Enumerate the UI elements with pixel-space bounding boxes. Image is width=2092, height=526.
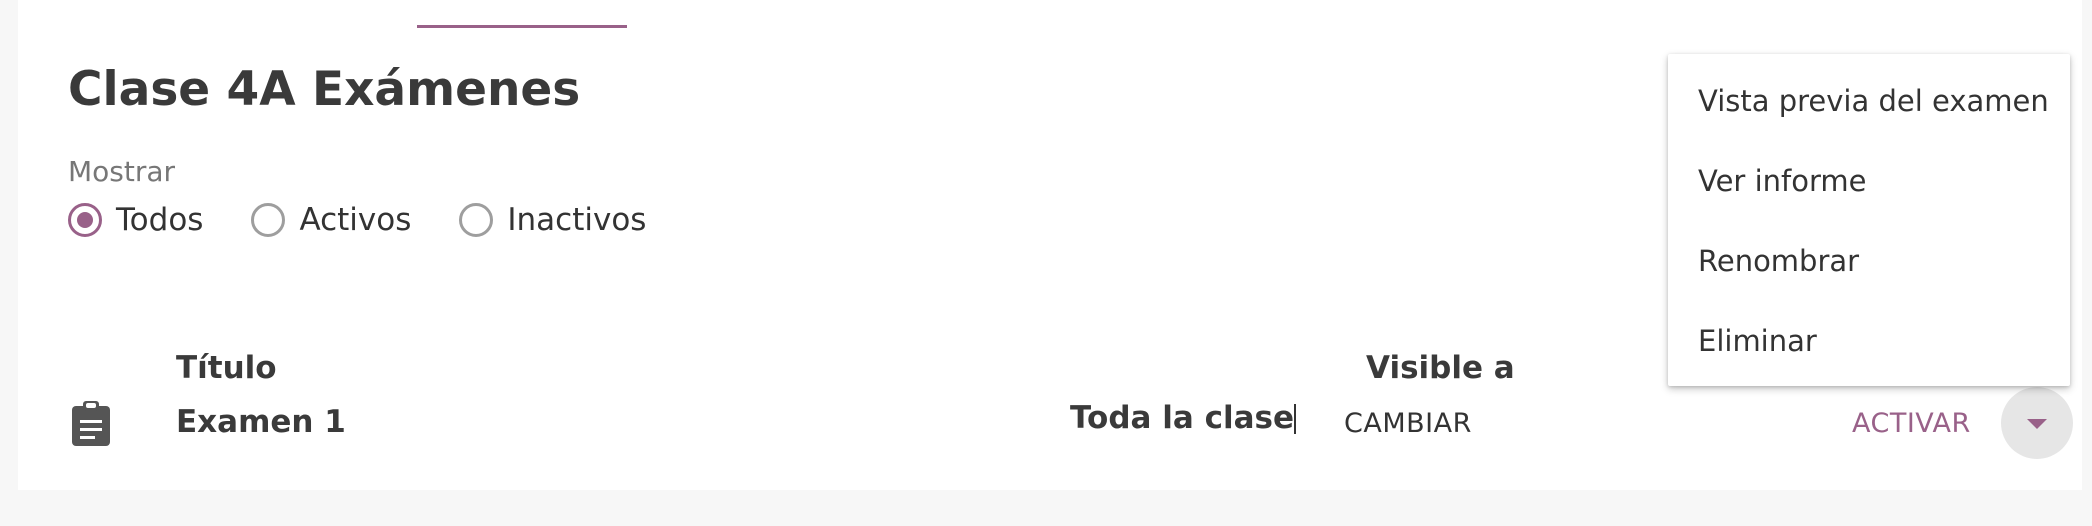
options-dropdown-button[interactable]	[2001, 387, 2073, 459]
tab-reciente[interactable]: RECIENTE	[225, 0, 417, 28]
radio-inactivos-label: Inactivos	[507, 202, 647, 238]
menu-item-report[interactable]: Ver informe	[1698, 164, 1866, 198]
tab-grupos[interactable]: GRUPOS	[822, 0, 994, 28]
visibility-value: Toda la clase	[1070, 400, 1294, 436]
exams-panel: TEMAS RECIENTE EXÁMENES ALUMNOS GRUPOS C…	[18, 0, 2082, 490]
exam-title[interactable]: Examen 1	[176, 404, 346, 440]
radio-unchecked-icon[interactable]	[251, 203, 286, 237]
radio-activos[interactable]: Activos	[251, 202, 411, 238]
change-visibility-button[interactable]: CAMBIAR	[1344, 408, 1472, 439]
options-menu: Vista previa del examen Ver informe Reno…	[1668, 54, 2070, 386]
divider	[1294, 404, 1296, 434]
radio-checked-icon[interactable]	[68, 203, 102, 237]
radio-unchecked-icon[interactable]	[459, 203, 494, 237]
tab-examenes[interactable]: EXÁMENES	[417, 0, 627, 28]
menu-item-rename[interactable]: Renombrar	[1698, 244, 1859, 278]
radio-todos[interactable]: Todos	[68, 202, 203, 238]
filter-radio-group: Todos Activos Inactivos	[68, 202, 694, 238]
radio-activos-label: Activos	[299, 202, 412, 238]
caret-down-icon	[2027, 419, 2047, 429]
menu-item-delete[interactable]: Eliminar	[1698, 324, 1817, 358]
filter-label: Mostrar	[68, 155, 176, 188]
menu-item-preview[interactable]: Vista previa del examen	[1698, 84, 2049, 118]
clipboard-icon	[72, 401, 110, 446]
radio-inactivos[interactable]: Inactivos	[459, 202, 646, 238]
radio-todos-label: Todos	[116, 202, 204, 238]
column-header-visible-to: Visible a	[1366, 350, 1515, 386]
tab-alumnos[interactable]: ALUMNOS	[627, 0, 822, 28]
tab-strip: TEMAS RECIENTE EXÁMENES ALUMNOS GRUPOS	[76, 0, 994, 28]
tab-temas[interactable]: TEMAS	[76, 0, 225, 28]
page-title: Clase 4A Exámenes	[68, 62, 581, 117]
activate-button[interactable]: ACTIVAR	[1852, 408, 1971, 439]
column-header-title: Título	[176, 350, 277, 386]
